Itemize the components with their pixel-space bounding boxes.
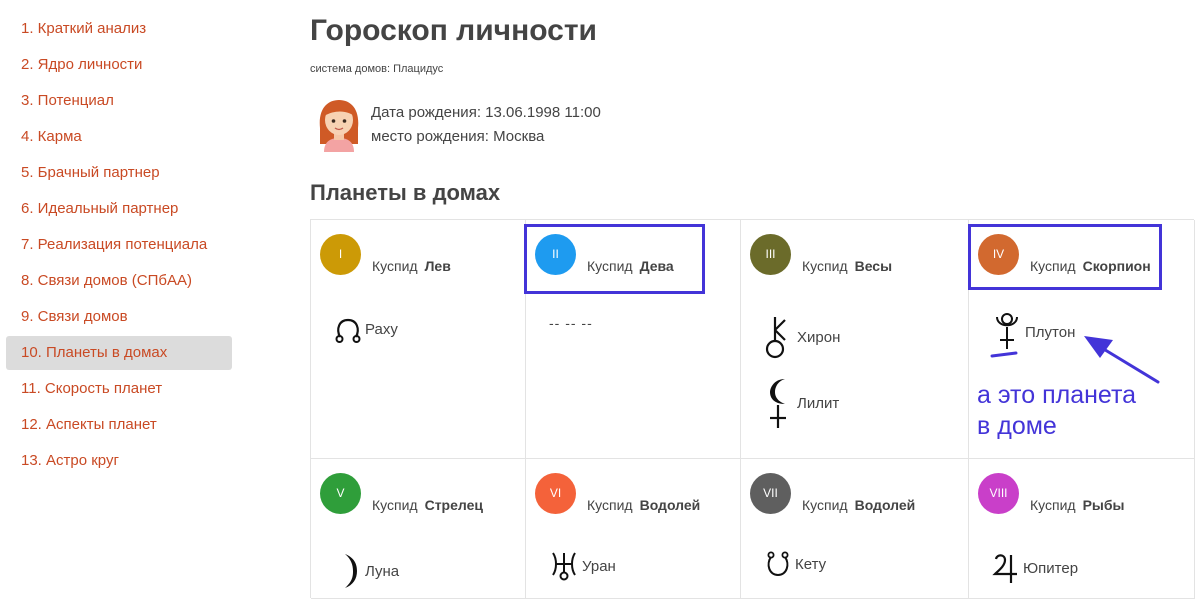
sidebar-item-astro-circle[interactable]: 13. Астро круг — [6, 444, 232, 478]
cusp-label: Куспид Рыбы — [1030, 497, 1125, 513]
highlight-box-house-2-cusp — [524, 224, 705, 294]
planet-item: Хирон — [763, 314, 840, 360]
house-badge: I — [320, 234, 361, 275]
planet-name: Плутон — [1025, 323, 1076, 341]
planet-name: Юпитер — [1023, 559, 1079, 577]
no-planets-placeholder: -- -- -- — [549, 315, 593, 331]
sidebar-item-potential[interactable]: 3. Потенциал — [6, 84, 232, 118]
planet-item: Луна — [333, 551, 399, 591]
sidebar-item-marriage-partner[interactable]: 5. Брачный партнер — [6, 156, 232, 190]
birth-info: Дата рождения: 13.06.1998 11:00 место ро… — [371, 101, 601, 149]
planet-name: Кету — [795, 555, 827, 573]
house-badge: III — [750, 234, 791, 275]
cusp-sign: Стрелец — [424, 497, 483, 513]
house-cell-7: VII Куспид Водолей Кету — [741, 459, 969, 599]
cusp-label: Куспид Весы — [802, 258, 893, 274]
sidebar-item-ideal-partner[interactable]: 6. Идеальный партнер — [6, 192, 232, 226]
planet-name: Раху — [365, 320, 398, 338]
pluto-icon — [996, 313, 1018, 349]
planet-name: Лилит — [797, 394, 840, 412]
planet-item: Лилит — [763, 376, 839, 430]
cusp-label: Куспид Лев — [372, 258, 451, 274]
rahu-icon — [335, 318, 361, 343]
house-badge: VII — [750, 473, 791, 514]
planet-name: Луна — [365, 562, 400, 580]
house-cell-1: I Куспид Лев Раху — [311, 220, 526, 459]
house-cell-8: VIII Куспид Рыбы Юпитер — [969, 459, 1195, 599]
lilith-icon — [770, 379, 786, 428]
house-system-subtitle: система домов: Плацидус — [310, 63, 444, 75]
planet-item: Раху — [333, 312, 398, 346]
sidebar-item-planet-speed[interactable]: 11. Скорость планет — [6, 372, 232, 406]
sidebar-item-planets-in-houses[interactable]: 10. Планеты в домах — [6, 336, 232, 370]
avatar — [319, 100, 359, 152]
uranus-icon — [552, 552, 576, 581]
planet-item: Кету — [763, 547, 826, 581]
planet-item: Юпитер — [991, 551, 1078, 585]
house-cell-3: III Куспид Весы Хирон Лилит — [741, 220, 969, 459]
cusp-sign: Весы — [854, 258, 893, 274]
planet-name: Уран — [582, 557, 616, 575]
cusp-label: Куспид Стрелец — [372, 497, 483, 513]
ketu-icon — [767, 551, 789, 577]
section-title: Планеты в домах — [310, 180, 501, 205]
cusp-label: Куспид Водолей — [587, 497, 701, 513]
birth-date: Дата рождения: 13.06.1998 11:00 — [371, 104, 601, 121]
annotation-text: а это планета в доме — [977, 380, 1136, 442]
annotation-line-1: а это планета — [977, 381, 1137, 409]
sidebar-item-planet-aspects[interactable]: 12. Аспекты планет — [6, 408, 232, 442]
cusp-sign: Водолей — [639, 497, 701, 513]
sidebar-nav: 1. Краткий анализ 2. Ядро личности 3. По… — [0, 12, 240, 480]
house-badge: VI — [535, 473, 576, 514]
sidebar-item-house-links[interactable]: 9. Связи домов — [6, 300, 232, 334]
cusp-sign: Рыбы — [1082, 497, 1125, 513]
cusp-sign: Водолей — [854, 497, 916, 513]
sidebar-item-personality-core[interactable]: 2. Ядро личности — [6, 48, 232, 82]
page-title: Гороскоп личности — [310, 14, 597, 47]
chiron-icon — [765, 317, 786, 359]
planet-item: Уран — [548, 549, 616, 583]
sidebar-item-brief-analysis[interactable]: 1. Краткий анализ — [6, 12, 232, 46]
jupiter-icon — [992, 554, 1017, 583]
planet-item: Плутон — [991, 312, 1075, 352]
house-cell-6: VI Куспид Водолей Уран — [526, 459, 741, 599]
highlight-box-house-4-cusp — [968, 224, 1162, 290]
annotation-line-2: в доме — [977, 412, 1057, 440]
moon-icon — [345, 554, 357, 588]
cusp-sign: Лев — [424, 258, 451, 274]
sidebar-item-potential-realization[interactable]: 7. Реализация потенциала — [6, 228, 232, 262]
cusp-label: Куспид Водолей — [802, 497, 916, 513]
planet-name: Хирон — [797, 328, 841, 346]
house-badge: VIII — [978, 473, 1019, 514]
sidebar-item-house-links-spbaa[interactable]: 8. Связи домов (СПбАА) — [6, 264, 232, 298]
sidebar-item-karma[interactable]: 4. Карма — [6, 120, 232, 154]
house-cell-5: V Куспид Стрелец Луна — [311, 459, 526, 599]
birth-place: место рождения: Москва — [371, 128, 545, 145]
house-badge: V — [320, 473, 361, 514]
